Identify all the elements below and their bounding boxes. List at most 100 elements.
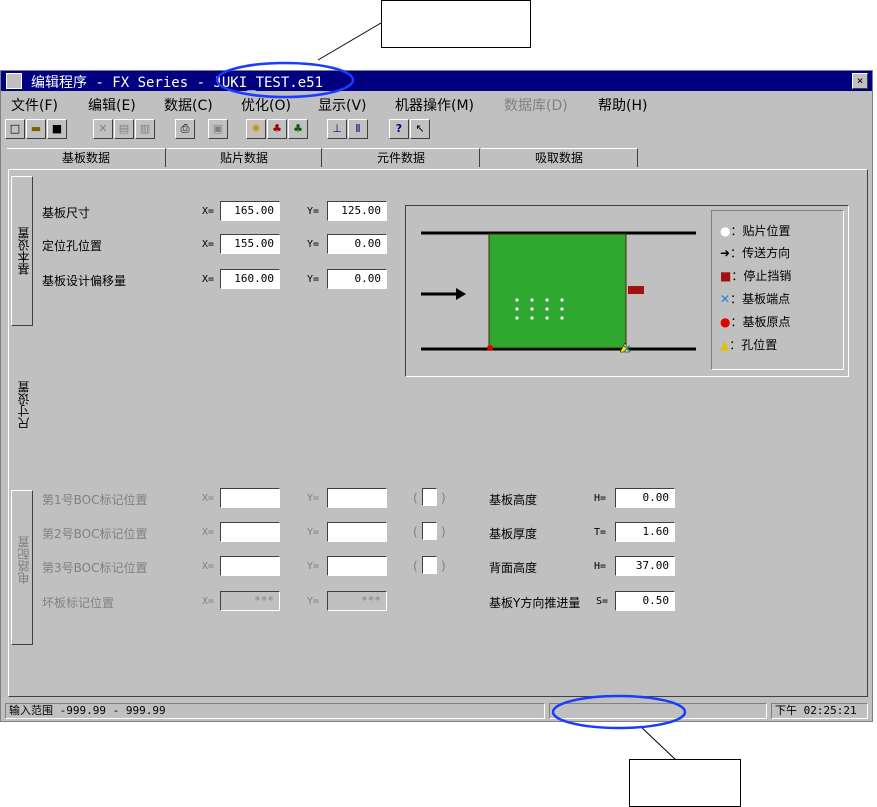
bad-x-prefix: X=	[202, 596, 215, 607]
board-size-y-field[interactable]: 125.00	[327, 201, 387, 221]
mount-dot	[515, 307, 519, 311]
mount-dot	[515, 316, 519, 320]
menu-edit[interactable]: 编辑(E)	[88, 95, 136, 115]
new-icon[interactable]: □	[5, 119, 25, 139]
cut-icon[interactable]: ✕	[93, 119, 113, 139]
back-height-prefix: H=	[594, 561, 607, 572]
app-icon[interactable]	[6, 73, 22, 89]
offset-y-field[interactable]: 0.00	[327, 269, 387, 289]
boc2-checkbox	[422, 522, 437, 540]
bad-y-prefix: Y=	[307, 596, 320, 607]
paste-icon[interactable]: ▥	[135, 119, 155, 139]
side-tab-size[interactable]: 尺寸设置	[11, 328, 33, 488]
bad-mark-y-field: ***	[327, 591, 387, 611]
tab-part-data[interactable]: 元件数据	[323, 148, 480, 167]
mount-dot	[560, 316, 564, 320]
board-height-field[interactable]: 0.00	[615, 488, 675, 508]
boc2-paren-open: (	[413, 525, 418, 539]
menu-data[interactable]: 数据(C)	[164, 95, 213, 115]
menu-help[interactable]: 帮助(H)	[598, 95, 647, 115]
toolbar: □ ▬ ■ ✕ ▤ ▥ ⎙ ▣ ✹ ♣ ♣ ⊥ Ⅱ ? ↖	[1, 117, 872, 143]
mount-dot	[530, 316, 534, 320]
triangle-icon: ▲	[720, 338, 730, 352]
board-thickness-field[interactable]: 1.60	[615, 522, 675, 542]
board-thickness-label: 基板厚度	[489, 527, 538, 541]
legend-hole: ▲：孔位置	[720, 338, 778, 352]
red-dot-icon: ●	[720, 315, 731, 329]
boc1-x-prefix: X=	[202, 493, 215, 504]
stopper-icon: ■	[720, 269, 732, 283]
hole-y-field[interactable]: 0.00	[327, 234, 387, 254]
tree-icon[interactable]: ♣	[267, 119, 287, 139]
hole-y-prefix: Y=	[307, 239, 320, 250]
menu-bar: 文件(F) 编辑(E) 数据(C) 优化(O) 显示(V) 机器操作(M) 数据…	[1, 92, 872, 114]
bulb-icon[interactable]: ✹	[246, 119, 266, 139]
open-icon[interactable]: ▬	[26, 119, 46, 139]
column-icon[interactable]: Ⅱ	[348, 119, 368, 139]
print-icon[interactable]: ⎙	[175, 119, 195, 139]
hole-x-field[interactable]: 155.00	[220, 234, 280, 254]
tab-pick-data[interactable]: 吸取数据	[481, 148, 638, 167]
diagram-legend: ●：贴片位置 ➜：传送方向 ■：停止挡销 ✕：基板端点 ●：基板原点 ▲：孔位置	[711, 210, 844, 370]
y-advance-field[interactable]: 0.50	[615, 591, 675, 611]
board-size-x-field[interactable]: 165.00	[220, 201, 280, 221]
menu-view[interactable]: 显示(V)	[318, 95, 367, 115]
boc2-x-prefix: X=	[202, 527, 215, 538]
copy-icon[interactable]: ▤	[114, 119, 134, 139]
bad-mark-x-field: ***	[220, 591, 280, 611]
side-tab-basic[interactable]: 基本设置	[11, 176, 33, 326]
boc1-paren-open: (	[413, 491, 418, 505]
menu-machine[interactable]: 机器操作(M)	[395, 95, 474, 115]
board-thickness-prefix: T=	[594, 527, 607, 538]
board-size-x-prefix: X=	[202, 206, 215, 217]
tab-board-data[interactable]: 基板数据	[7, 148, 166, 167]
close-button[interactable]: ×	[852, 73, 868, 89]
corner-marker: ✕	[622, 342, 632, 356]
mount-dot	[515, 298, 519, 302]
title-bar: 编辑程序 - FX Series - JUKI_TEST.e51 ×	[1, 71, 872, 91]
hole-x-prefix: X=	[202, 239, 215, 250]
boc3-checkbox	[422, 556, 437, 574]
context-help-icon[interactable]: ↖	[410, 119, 430, 139]
boc2-y-field	[327, 522, 387, 542]
find-icon[interactable]: ▣	[208, 119, 228, 139]
group-icon[interactable]: ♣	[288, 119, 308, 139]
status-clock: 下午 02:25:21	[771, 703, 868, 719]
boc3-x-prefix: X=	[202, 561, 215, 572]
board-rect	[488, 233, 627, 349]
back-height-field[interactable]: 37.00	[615, 556, 675, 576]
boc1-paren-close: )	[441, 491, 446, 505]
boc3-paren-open: (	[413, 559, 418, 573]
board-size-label: 基板尺寸	[42, 206, 91, 220]
boc1-x-field	[220, 488, 280, 508]
mount-dot	[530, 298, 534, 302]
offset-x-field[interactable]: 160.00	[220, 269, 280, 289]
save-icon[interactable]: ■	[47, 119, 67, 139]
align-icon[interactable]: ⊥	[327, 119, 347, 139]
white-dot-icon: ●	[720, 224, 731, 238]
menu-file[interactable]: 文件(F)	[11, 95, 58, 115]
tab-mount-data[interactable]: 贴片数据	[167, 148, 322, 167]
board-size-y-prefix: Y=	[307, 206, 320, 217]
menu-database: 数据库(D)	[504, 98, 568, 114]
y-advance-label: 基板Y方向推进量	[489, 596, 581, 610]
app-window: 编辑程序 - FX Series - JUKI_TEST.e51 × 文件(F)…	[0, 70, 873, 722]
help-icon[interactable]: ?	[389, 119, 409, 139]
tab-strip: 基板数据 贴片数据 元件数据 吸取数据	[1, 148, 872, 168]
boc2-paren-close: )	[441, 525, 446, 539]
mount-dot	[545, 307, 549, 311]
window-title: 编辑程序 - FX Series - JUKI_TEST.e51	[31, 75, 324, 91]
offset-y-prefix: Y=	[307, 274, 320, 285]
mount-dot	[560, 298, 564, 302]
status-empty-pane	[549, 703, 767, 719]
legend-corner: ✕：基板端点	[720, 292, 791, 306]
origin-marker	[487, 345, 493, 351]
menu-optimize[interactable]: 优化(O)	[241, 95, 291, 115]
legend-mount: ●：贴片位置	[720, 224, 791, 238]
board-height-label: 基板高度	[489, 493, 538, 507]
boc1-y-field	[327, 488, 387, 508]
side-tab-circuit[interactable]: 电路配置	[11, 490, 33, 645]
status-bar: 输入范围 -999.99 - 999.99 下午 02:25:21	[1, 701, 872, 721]
board-height-prefix: H=	[594, 493, 607, 504]
legend-origin: ●：基板原点	[720, 315, 791, 329]
